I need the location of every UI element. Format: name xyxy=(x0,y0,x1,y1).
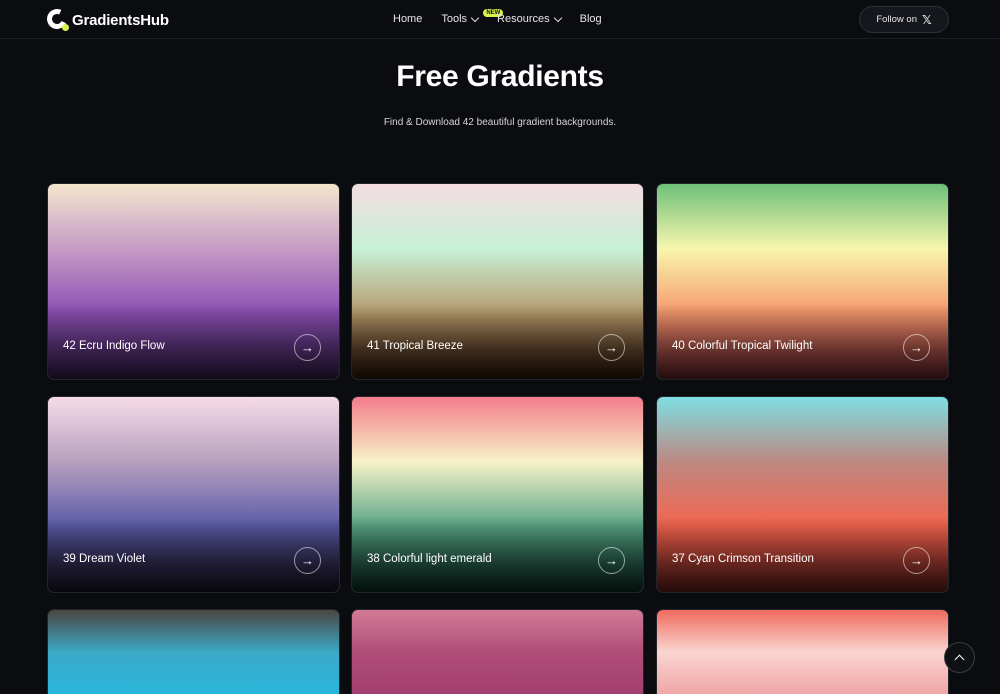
gradient-card-title: 37 Cyan Crimson Transition xyxy=(672,553,814,565)
gradient-card-title: 42 Ecru Indigo Flow xyxy=(63,340,165,352)
nav-blog[interactable]: Blog xyxy=(580,13,602,25)
arrow-right-icon[interactable]: → xyxy=(598,547,625,574)
arrow-right-icon[interactable]: → xyxy=(598,334,625,361)
gradient-card-title: 40 Colorful Tropical Twilight xyxy=(672,340,813,352)
gradient-card-title: 39 Dream Violet xyxy=(63,553,146,565)
gradient-card-title: 41 Tropical Breeze xyxy=(367,340,463,352)
gradient-card[interactable]: 39 Dream Violet → xyxy=(47,396,340,593)
gradient-card[interactable]: 37 Cyan Crimson Transition → xyxy=(656,396,949,593)
nav-home[interactable]: Home xyxy=(393,13,422,25)
follow-label: Follow on xyxy=(876,14,917,25)
gradient-card[interactable]: 41 Tropical Breeze → xyxy=(351,183,644,380)
gradient-card[interactable]: 38 Colorful light emerald → xyxy=(351,396,644,593)
chevron-up-icon xyxy=(954,654,965,664)
top-navbar: GradientsHub Home Tools NEW Resources Bl… xyxy=(0,0,1000,39)
nav-tools[interactable]: Tools NEW xyxy=(441,9,504,25)
nav-resources[interactable]: Resources xyxy=(497,13,562,25)
nav-tools-label: Tools xyxy=(441,13,468,25)
back-to-top-button[interactable] xyxy=(944,642,975,673)
nav-resources-label: Resources xyxy=(497,13,550,25)
brand-logo[interactable]: GradientsHub xyxy=(44,6,169,32)
page-title: Free Gradients xyxy=(396,60,604,93)
gradient-card-title: 38 Colorful light emerald xyxy=(367,553,492,565)
gradient-card[interactable]: 42 Ecru Indigo Flow → xyxy=(47,183,340,380)
arrow-right-icon[interactable]: → xyxy=(294,334,321,361)
x-logo-icon: 𝕏 xyxy=(922,12,932,27)
gradient-card[interactable] xyxy=(351,609,644,694)
follow-on-x-button[interactable]: Follow on 𝕏 xyxy=(859,6,949,33)
arrow-right-icon[interactable]: → xyxy=(903,547,930,574)
gradient-card[interactable]: 40 Colorful Tropical Twilight → xyxy=(656,183,949,380)
page-subtitle: Find & Download 42 beautiful gradient ba… xyxy=(383,117,617,128)
brand-name: GradientsHub xyxy=(72,11,169,29)
arrow-right-icon[interactable]: → xyxy=(903,334,930,361)
nav-home-label: Home xyxy=(393,13,423,25)
chevron-down-icon xyxy=(553,13,562,22)
gradient-card[interactable] xyxy=(656,609,949,694)
arrow-right-icon[interactable]: → xyxy=(294,547,321,574)
logo-icon xyxy=(44,6,70,32)
chevron-down-icon xyxy=(470,13,480,22)
nav-blog-label: Blog xyxy=(579,13,602,25)
gradient-card[interactable] xyxy=(47,609,340,694)
main-nav: Home Tools NEW Resources Blog xyxy=(393,9,602,25)
